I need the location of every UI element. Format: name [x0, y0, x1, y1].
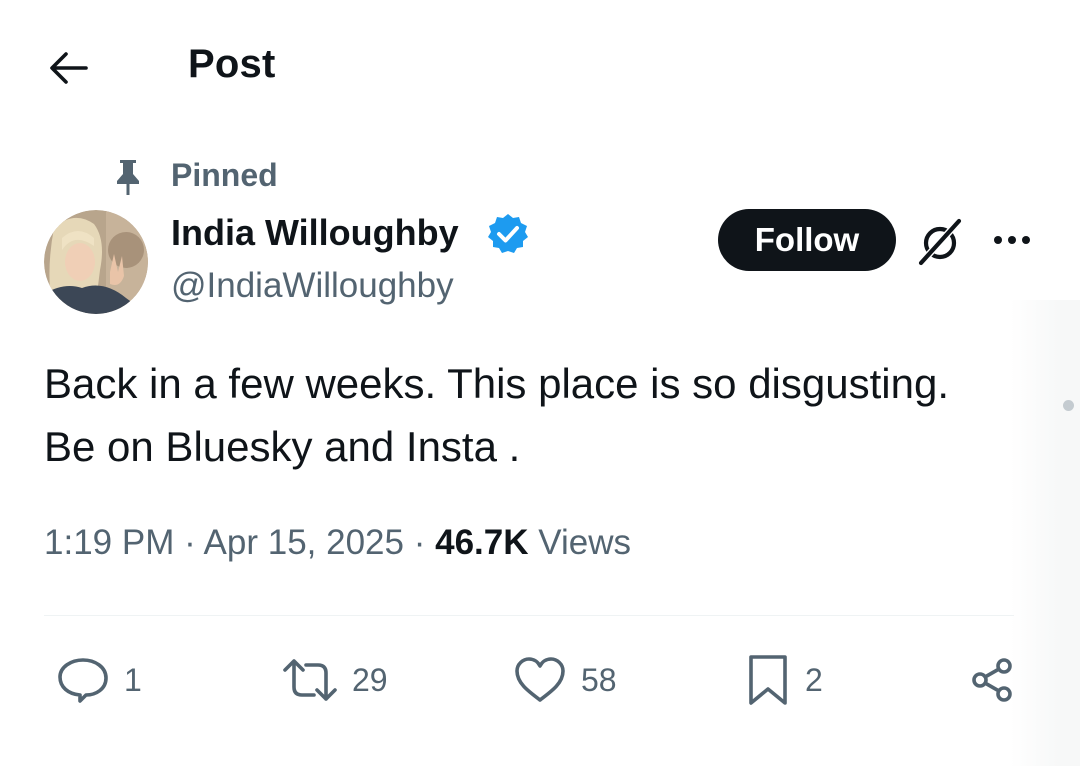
post-text: Back in a few weeks. This place is so di… — [44, 352, 1034, 478]
post-text-line: Back in a few weeks. This place is so di… — [44, 360, 949, 407]
like-count: 58 — [581, 661, 617, 698]
bookmark-icon — [749, 655, 787, 705]
avatar[interactable] — [44, 210, 148, 314]
post-text-line: Be on Bluesky and Insta . — [44, 423, 521, 470]
share-button[interactable] — [970, 652, 1014, 708]
meta-separator: · — [413, 523, 436, 562]
post-time[interactable]: 1:19 PM — [44, 523, 174, 562]
avatar-image — [44, 210, 148, 314]
follow-button[interactable]: Follow — [718, 209, 896, 271]
pin-icon — [117, 160, 139, 195]
post-meta: 1:19 PM · Apr 15, 2025 · 46.7K Views — [44, 523, 631, 563]
back-button[interactable] — [40, 42, 96, 94]
post-date[interactable]: Apr 15, 2025 — [204, 523, 404, 562]
repost-button[interactable]: 29 — [282, 652, 388, 708]
reply-button[interactable]: 1 — [56, 652, 142, 708]
bookmark-button[interactable]: 2 — [745, 652, 823, 708]
divider — [44, 615, 1014, 616]
views-label: Views — [538, 523, 631, 562]
pinned-label: Pinned — [171, 157, 278, 193]
repost-icon — [283, 659, 337, 701]
reply-icon — [58, 658, 108, 703]
meta-separator: · — [184, 523, 204, 562]
share-icon — [972, 658, 1012, 702]
post-page: Post Pinned India Willoughby @IndiaWillo… — [0, 0, 1080, 766]
author-name[interactable]: India Willoughby — [171, 212, 459, 254]
repost-count: 29 — [352, 661, 388, 698]
views-count: 46.7K — [435, 523, 529, 562]
heart-icon — [515, 657, 565, 702]
reply-count: 1 — [124, 661, 142, 698]
scroll-indicator — [1063, 400, 1074, 411]
like-button[interactable]: 58 — [513, 652, 617, 708]
page-title: Post — [188, 42, 276, 86]
author-handle[interactable]: @IndiaWilloughby — [171, 266, 454, 306]
bookmark-count: 2 — [805, 661, 823, 698]
more-horizontal-icon[interactable] — [990, 222, 1034, 258]
grok-icon[interactable] — [913, 215, 969, 271]
edge-overlay — [1010, 300, 1080, 766]
arrow-left-icon — [50, 52, 88, 84]
verified-badge-icon[interactable] — [486, 212, 530, 256]
